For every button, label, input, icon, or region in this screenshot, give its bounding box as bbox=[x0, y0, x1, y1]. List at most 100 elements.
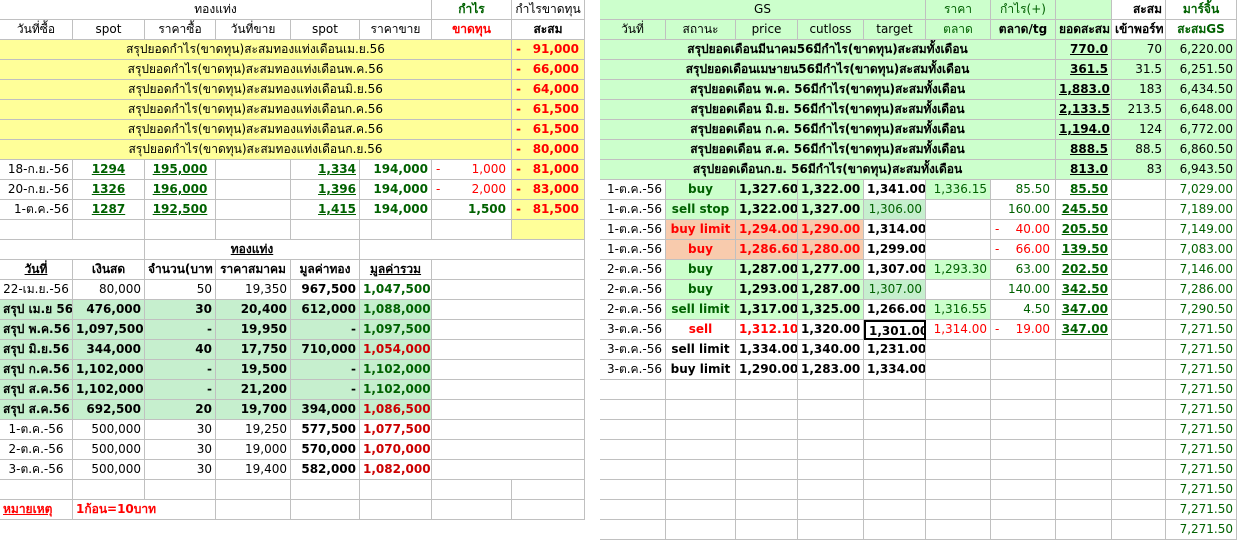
cash-row-total[interactable]: 1,070,000 bbox=[360, 440, 432, 460]
empty-cell[interactable] bbox=[0, 480, 73, 500]
gs-trade-profit[interactable] bbox=[991, 360, 1056, 380]
empty-cell[interactable] bbox=[512, 480, 585, 500]
gs-trade-market[interactable]: 1,314.00 bbox=[926, 320, 991, 340]
cash-column-header[interactable]: ราคาสมาคม bbox=[216, 260, 291, 280]
gs-trade-target[interactable]: 1,231.00 bbox=[864, 340, 926, 360]
gs-trade-price[interactable]: 1,286.60 bbox=[736, 240, 798, 260]
header-margin-top[interactable]: มาร์จิ้น bbox=[1166, 0, 1237, 20]
summary-row-label[interactable]: สรุปยอดกำไร(ขาดทุน)สะสมทองแท่งเดือนก.ย.5… bbox=[0, 140, 512, 160]
empty-cell[interactable] bbox=[216, 480, 291, 500]
gs-trade-date[interactable]: 3-ต.ค.-56 bbox=[600, 340, 666, 360]
header-profit[interactable]: กำไร bbox=[432, 0, 512, 20]
empty-cell[interactable] bbox=[736, 480, 798, 500]
gs-summary-label[interactable]: สรุปยอดเดือน พ.ค. 56มีกำไร(ขาดทุน)สะสมทั… bbox=[600, 80, 1056, 100]
empty-cell[interactable] bbox=[666, 500, 736, 520]
empty-cell[interactable] bbox=[926, 520, 991, 540]
empty-cell[interactable] bbox=[864, 520, 926, 540]
cash-row-cash[interactable]: 1,097,500 bbox=[73, 320, 145, 340]
gs-trade-cum[interactable]: 205.50 bbox=[1056, 220, 1112, 240]
empty-cell[interactable] bbox=[432, 280, 585, 300]
cash-row-gold-value[interactable]: - bbox=[291, 320, 360, 340]
summary-row-label[interactable]: สรุปยอดกำไร(ขาดทุน)สะสมทองแท่งเดือนมิ.ย.… bbox=[0, 80, 512, 100]
empty-cell[interactable] bbox=[360, 220, 432, 240]
cash-row-total[interactable]: 1,077,500 bbox=[360, 420, 432, 440]
note-text[interactable]: 1ก้อน=10บาท bbox=[73, 500, 216, 520]
empty-cell[interactable] bbox=[736, 460, 798, 480]
cash-row-cash[interactable]: 500,000 bbox=[73, 440, 145, 460]
empty-cell[interactable] bbox=[216, 500, 291, 520]
empty-cell[interactable] bbox=[864, 420, 926, 440]
gs-trade-profit[interactable]: 160.00 bbox=[991, 200, 1056, 220]
empty-cell[interactable] bbox=[216, 220, 291, 240]
gs-title[interactable]: GS bbox=[600, 0, 926, 20]
empty-cell[interactable] bbox=[666, 440, 736, 460]
empty-cell[interactable] bbox=[432, 480, 512, 500]
gs-trade-total[interactable]: 7,189.00 bbox=[1166, 200, 1237, 220]
gs-trade-total[interactable]: 7,271.50 bbox=[1166, 360, 1237, 380]
summary-row-value[interactable]: -80,000 bbox=[512, 140, 585, 160]
gs-trade-price[interactable]: 1,290.00 bbox=[736, 360, 798, 380]
cash-row-cash[interactable]: 692,500 bbox=[73, 400, 145, 420]
empty-cell[interactable] bbox=[1056, 0, 1112, 20]
gs-trade-date[interactable]: 2-ต.ค.-56 bbox=[600, 300, 666, 320]
cash-row-gold-value[interactable]: 570,000 bbox=[291, 440, 360, 460]
cash-row-total[interactable]: 1,082,000 bbox=[360, 460, 432, 480]
gs-tail-total[interactable]: 7,271.50 bbox=[1166, 380, 1237, 400]
cash-row-cash[interactable]: 1,102,000 bbox=[73, 380, 145, 400]
gs-trade-status[interactable]: sell bbox=[666, 320, 736, 340]
column-header[interactable]: สะสม bbox=[512, 20, 585, 40]
cash-column-header[interactable]: วันที่ bbox=[0, 260, 73, 280]
gs-trade-market[interactable]: 1,336.15 bbox=[926, 180, 991, 200]
cash-row-cash[interactable]: 500,000 bbox=[73, 420, 145, 440]
empty-cell[interactable] bbox=[991, 380, 1056, 400]
gs-summary-cum[interactable]: 2,133.5 bbox=[1056, 100, 1112, 120]
cash-row-date[interactable]: 22-เม.ย.-56 bbox=[0, 280, 73, 300]
column-header[interactable]: ราคาขาย bbox=[360, 20, 432, 40]
empty-cell[interactable] bbox=[864, 500, 926, 520]
cash-row-price[interactable]: 20,400 bbox=[216, 300, 291, 320]
empty-cell[interactable] bbox=[512, 220, 585, 240]
gs-summary-port[interactable]: 83 bbox=[1112, 160, 1166, 180]
gs-trade-profit[interactable]: 63.00 bbox=[991, 260, 1056, 280]
cash-row-qty[interactable]: 20 bbox=[145, 400, 216, 420]
gs-column-header[interactable]: target bbox=[864, 20, 926, 40]
gs-trade-cutloss[interactable]: 1,327.00 bbox=[798, 200, 864, 220]
summary-row-value[interactable]: -91,000 bbox=[512, 40, 585, 60]
empty-cell[interactable] bbox=[864, 380, 926, 400]
header-cum-profit[interactable]: กำไรขาดทุน bbox=[512, 0, 585, 20]
gs-trade-date[interactable]: 2-ต.ค.-56 bbox=[600, 280, 666, 300]
empty-cell[interactable] bbox=[432, 260, 585, 280]
gs-column-header[interactable]: วันที่ bbox=[600, 20, 666, 40]
cash-row-gold-value[interactable]: 967,500 bbox=[291, 280, 360, 300]
empty-cell[interactable] bbox=[432, 500, 512, 520]
gs-trade-status[interactable]: sell limit bbox=[666, 340, 736, 360]
cash-row-gold-value[interactable]: - bbox=[291, 360, 360, 380]
empty-cell[interactable] bbox=[798, 400, 864, 420]
gs-trade-status[interactable]: buy bbox=[666, 280, 736, 300]
empty-cell[interactable] bbox=[926, 460, 991, 480]
gs-column-header[interactable]: ตลาด bbox=[926, 20, 991, 40]
empty-cell[interactable] bbox=[798, 440, 864, 460]
gs-tail-total[interactable]: 7,271.50 bbox=[1166, 400, 1237, 420]
gs-trade-target[interactable]: 1,334.00 bbox=[864, 360, 926, 380]
gs-summary-total[interactable]: 6,648.00 bbox=[1166, 100, 1237, 120]
gs-trade-total[interactable]: 7,271.50 bbox=[1166, 340, 1237, 360]
gs-column-header[interactable]: เข้าพอร์ท bbox=[1112, 20, 1166, 40]
cash-row-qty[interactable]: - bbox=[145, 360, 216, 380]
gs-summary-cum[interactable]: 361.5 bbox=[1056, 60, 1112, 80]
empty-cell[interactable] bbox=[1112, 380, 1166, 400]
gs-trade-cum[interactable]: 347.00 bbox=[1056, 300, 1112, 320]
empty-cell[interactable] bbox=[291, 500, 360, 520]
gs-trade-cum[interactable] bbox=[1056, 360, 1112, 380]
cash-row-total[interactable]: 1,086,500 bbox=[360, 400, 432, 420]
cash-row-qty[interactable]: - bbox=[145, 380, 216, 400]
gs-tail-total[interactable]: 7,271.50 bbox=[1166, 440, 1237, 460]
gs-trade-total[interactable]: 7,083.00 bbox=[1166, 240, 1237, 260]
cash-row-qty[interactable]: 30 bbox=[145, 440, 216, 460]
cash-row-total[interactable]: 1,088,000 bbox=[360, 300, 432, 320]
empty-cell[interactable] bbox=[0, 240, 145, 260]
gs-summary-cum[interactable]: 888.5 bbox=[1056, 140, 1112, 160]
gs-summary-label[interactable]: สรุปยอดเดือนก.ย. 56มีกำไร(ขาดทุน)สะสมทั้… bbox=[600, 160, 1056, 180]
empty-cell[interactable] bbox=[736, 380, 798, 400]
gs-trade-status[interactable]: buy limit bbox=[666, 360, 736, 380]
